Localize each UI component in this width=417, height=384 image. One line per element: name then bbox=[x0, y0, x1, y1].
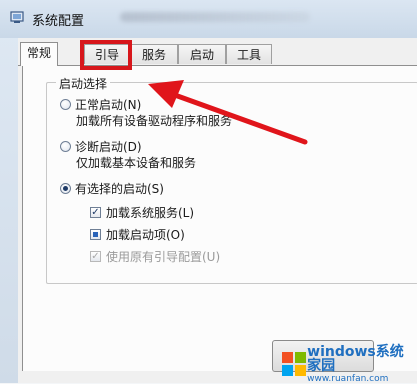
windows-logo-icon bbox=[282, 352, 306, 376]
red-arrow-annotation bbox=[148, 80, 308, 145]
watermark-url: www.ruanfan.com bbox=[307, 373, 389, 384]
watermark: windows系统家园 www.ruanfan.com bbox=[282, 343, 417, 383]
watermark-brand: windows系统家园 bbox=[307, 343, 404, 374]
arrow-shaft bbox=[169, 91, 308, 145]
